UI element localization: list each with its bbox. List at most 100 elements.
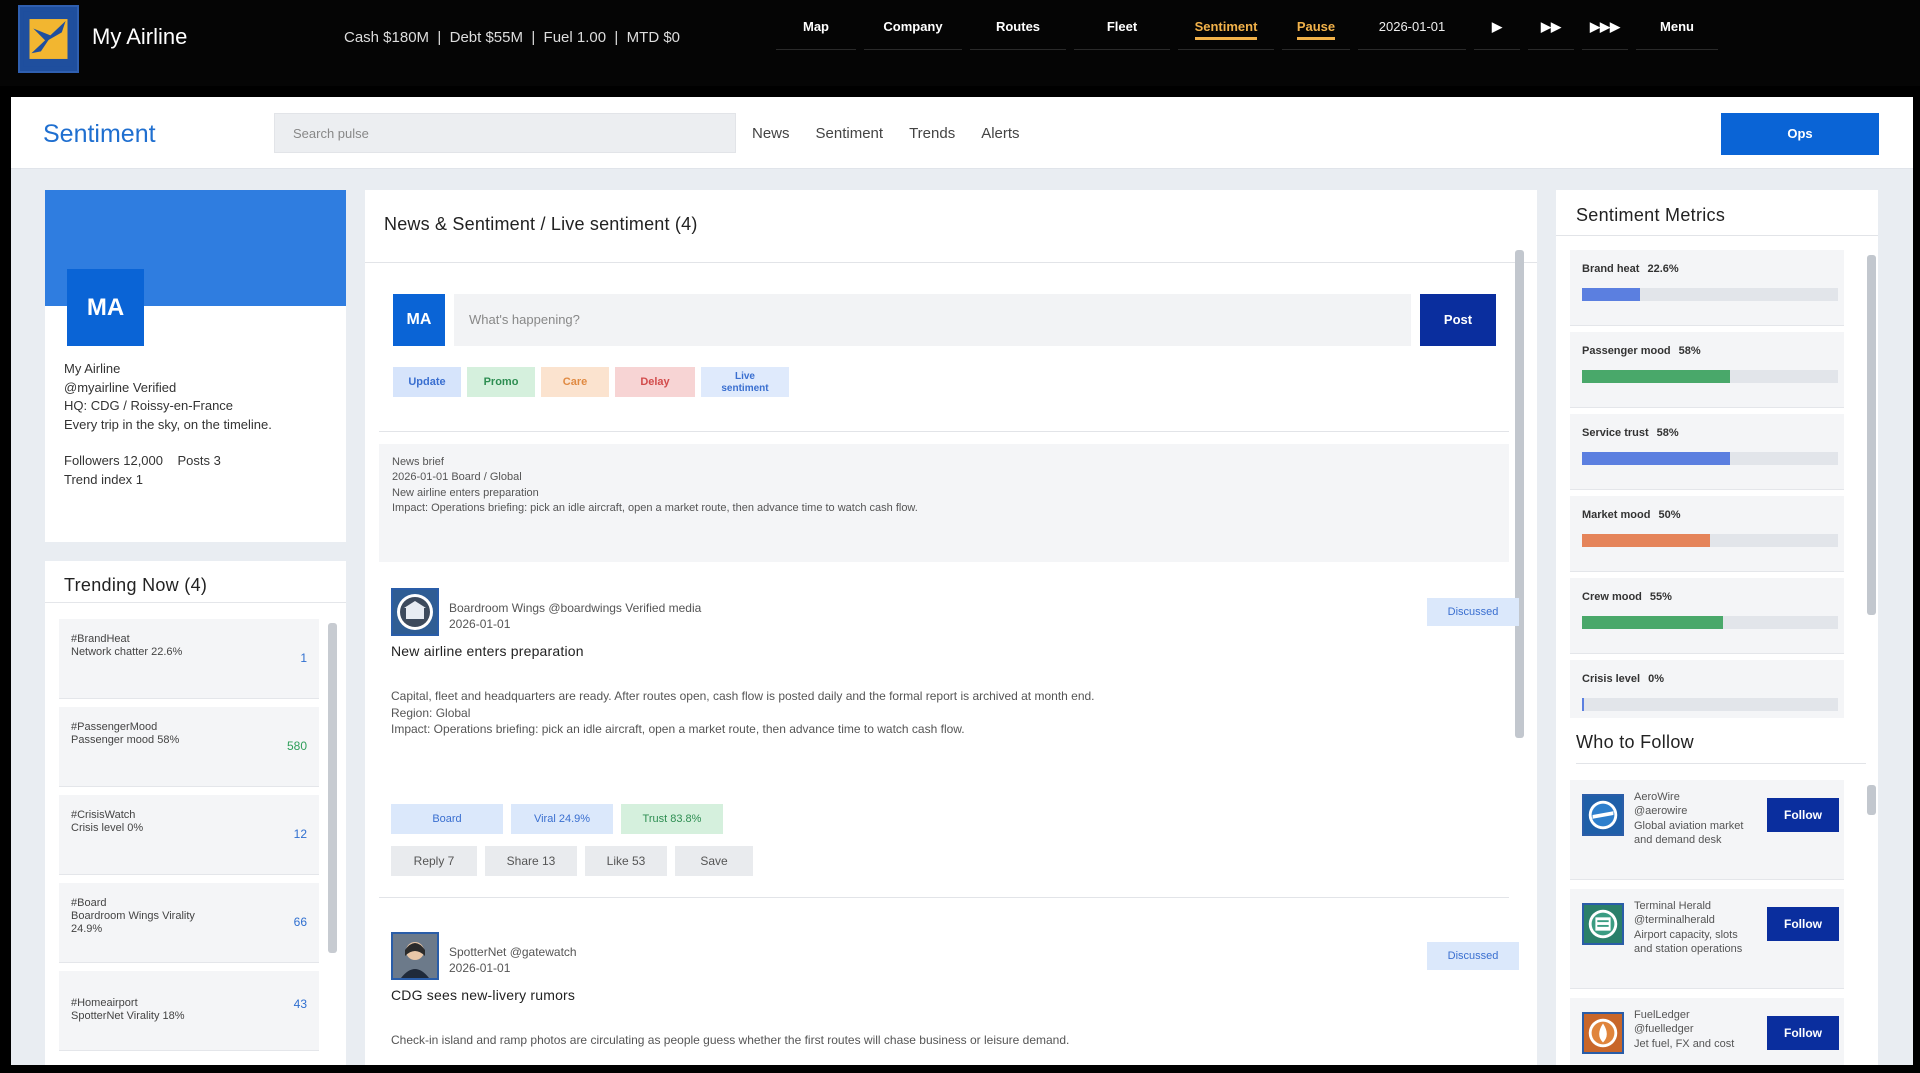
news-feed: News & Sentiment / Live sentiment (4) MA… (365, 190, 1537, 1065)
brief-label: News brief (392, 456, 444, 468)
menu-button[interactable]: Menu (1636, 0, 1718, 50)
app-title: My Airline (92, 24, 188, 49)
reply-button[interactable]: Reply 7 (391, 846, 477, 876)
trend-item[interactable]: #CrisisWatch Crisis level 0% 12 (59, 795, 319, 875)
brief-meta: 2026-01-01 Board / Global (392, 471, 522, 484)
tag-trust: Trust 83.8% (621, 804, 723, 834)
nav-sentiment[interactable]: Sentiment (1178, 0, 1274, 50)
metric-progress-fill (1582, 534, 1710, 547)
like-button[interactable]: Like 53 (585, 846, 667, 876)
metric-progress-fill (1582, 288, 1640, 301)
finance-stats: Cash $180M | Debt $55M | Fuel 1.00 | MTD… (344, 29, 681, 46)
avatar: MA (393, 294, 445, 346)
nav-fleet[interactable]: Fleet (1074, 0, 1170, 50)
feed-breadcrumb: News & Sentiment / Live sentiment (4) (365, 190, 1537, 263)
follow-text: Terminal Herald @terminalherald Airport ca… (1634, 900, 1743, 955)
tab-trends[interactable]: Trends (909, 125, 955, 142)
post-body: Check-in island and ramp photos are circ… (391, 1033, 1070, 1047)
post-body: Capital, fleet and headquarters are read… (391, 689, 1095, 736)
nav-routes[interactable]: Routes (970, 0, 1066, 50)
metric-value: 58% (1656, 427, 1679, 439)
nav-map[interactable]: Map (776, 0, 856, 50)
pause-button[interactable]: Pause (1282, 0, 1350, 50)
post-byline: Boardroom Wings @boardwings Verified med… (449, 601, 702, 631)
post-title: New airline enters preparation (391, 643, 584, 659)
follow-button[interactable]: Follow (1767, 1016, 1839, 1050)
post-actions: Reply 7 Share 13 Like 53 Save (391, 846, 753, 876)
share-button[interactable]: Share 13 (485, 846, 577, 876)
posts-count: Posts 3 (177, 453, 221, 468)
follow-card: AeroWire @aerowire Global aviation market … (1570, 780, 1844, 880)
trending-panel: Trending Now (4) #BrandHeat Network chatt… (45, 561, 346, 1065)
profile-card: MA My Airline @myairline Verified HQ: CD… (45, 190, 346, 542)
metric-value: 50% (1658, 509, 1681, 521)
follow-button[interactable]: Follow (1767, 907, 1839, 941)
trending-scrollbar[interactable] (328, 623, 337, 953)
metrics-scrollbar[interactable] (1867, 255, 1876, 615)
compose-input[interactable]: What's happening? (454, 294, 1411, 346)
metric-progress-fill (1582, 698, 1584, 711)
trending-title: Trending Now (4) (45, 561, 346, 603)
metrics-title: Sentiment Metrics (1556, 190, 1878, 236)
save-button[interactable]: Save (675, 846, 753, 876)
tab-sentiment[interactable]: Sentiment (816, 125, 884, 142)
metric-label: Service trust (1582, 427, 1649, 439)
fuelledger-avatar-icon (1582, 1012, 1624, 1054)
trend-index: Trend index 1 (64, 471, 144, 487)
aerowire-avatar-icon (1582, 794, 1624, 836)
status-badge: Discussed (1427, 942, 1519, 970)
follow-list: AeroWire @aerowire Global aviation market … (1570, 780, 1844, 1065)
spotternet-avatar-icon (391, 932, 439, 980)
follow-card: Terminal Herald @terminalherald Airport ca… (1570, 889, 1844, 989)
trend-item[interactable]: #BrandHeat Network chatter 22.6% 1 (59, 619, 319, 699)
profile-handle: @myairline Verified (64, 379, 177, 395)
profile-name: My Airline (64, 361, 121, 376)
play-icon[interactable]: ▶ (1474, 0, 1520, 50)
metric-row: Crisis level 0% (1570, 660, 1844, 718)
brief-headline: New airline enters preparation (392, 486, 539, 499)
chip-update[interactable]: Update (393, 367, 461, 397)
main-nav: Map Company Routes Fleet Sentiment Pause… (776, 0, 1718, 50)
tag-viral: Viral 24.9% (511, 804, 613, 834)
search-input[interactable] (274, 113, 736, 153)
trend-item[interactable]: #Homeairport SpotterNet Virality 18% 43 (59, 971, 319, 1051)
metric-progress-fill (1582, 616, 1723, 629)
follow-text: FuelLedger @fuelledger Jet fuel, FX and co… (1634, 1009, 1735, 1050)
post-type-chips: Update Promo Care Delay Live sentiment (393, 367, 789, 397)
chip-promo[interactable]: Promo (467, 367, 535, 397)
profile-info: My Airline @myairline Verified HQ: CDG /… (64, 360, 272, 489)
brief-impact: Impact: Operations briefing: pick an idl… (392, 501, 918, 514)
metric-label: Market mood (1582, 509, 1651, 521)
who-to-follow-title: Who to Follow (1576, 732, 1866, 764)
nav-company[interactable]: Company (864, 0, 962, 50)
chip-delay[interactable]: Delay (615, 367, 695, 397)
feed-post: SpotterNet @gatewatch 2026-01-01 Discuss… (379, 932, 1519, 1065)
metric-row: Brand heat 22.6% (1570, 250, 1844, 326)
tab-news[interactable]: News (752, 125, 790, 142)
metric-label: Crew mood (1582, 591, 1642, 603)
metric-progress-fill (1582, 452, 1731, 465)
followers-count: Followers 12,000 (64, 453, 163, 468)
trend-item[interactable]: #Board Boardroom Wings Virality 24.9% 66 (59, 883, 319, 963)
follow-scrollbar[interactable] (1867, 785, 1876, 815)
ops-button[interactable]: Ops (1721, 113, 1879, 155)
metric-progress-bar (1582, 534, 1838, 547)
sentiment-metrics-panel: Sentiment Metrics Brand heat 22.6% Passeng… (1556, 190, 1878, 1065)
metric-row: Crew mood 55% (1570, 578, 1844, 654)
profile-hq: HQ: CDG / Roissy-en-France (64, 398, 234, 413)
metric-row: Service trust 58% (1570, 414, 1844, 490)
feed-scrollbar[interactable] (1515, 250, 1524, 738)
header-tabs: News Sentiment Trends Alerts (752, 125, 1020, 142)
fastest-forward-icon[interactable]: ▶▶▶ (1582, 0, 1628, 50)
follow-button[interactable]: Follow (1767, 798, 1839, 832)
fast-forward-icon[interactable]: ▶▶ (1528, 0, 1574, 50)
metric-value: 58% (1678, 345, 1701, 357)
chip-care[interactable]: Care (541, 367, 609, 397)
metric-row: Market mood 50% (1570, 496, 1844, 572)
metric-value: 22.6% (1647, 263, 1679, 275)
post-button[interactable]: Post (1420, 294, 1496, 346)
metric-value: 55% (1649, 591, 1672, 603)
tab-alerts[interactable]: Alerts (981, 125, 1019, 142)
trend-item[interactable]: #PassengerMood Passenger mood 58% 580 (59, 707, 319, 787)
chip-live-sentiment[interactable]: Live sentiment (701, 367, 789, 397)
